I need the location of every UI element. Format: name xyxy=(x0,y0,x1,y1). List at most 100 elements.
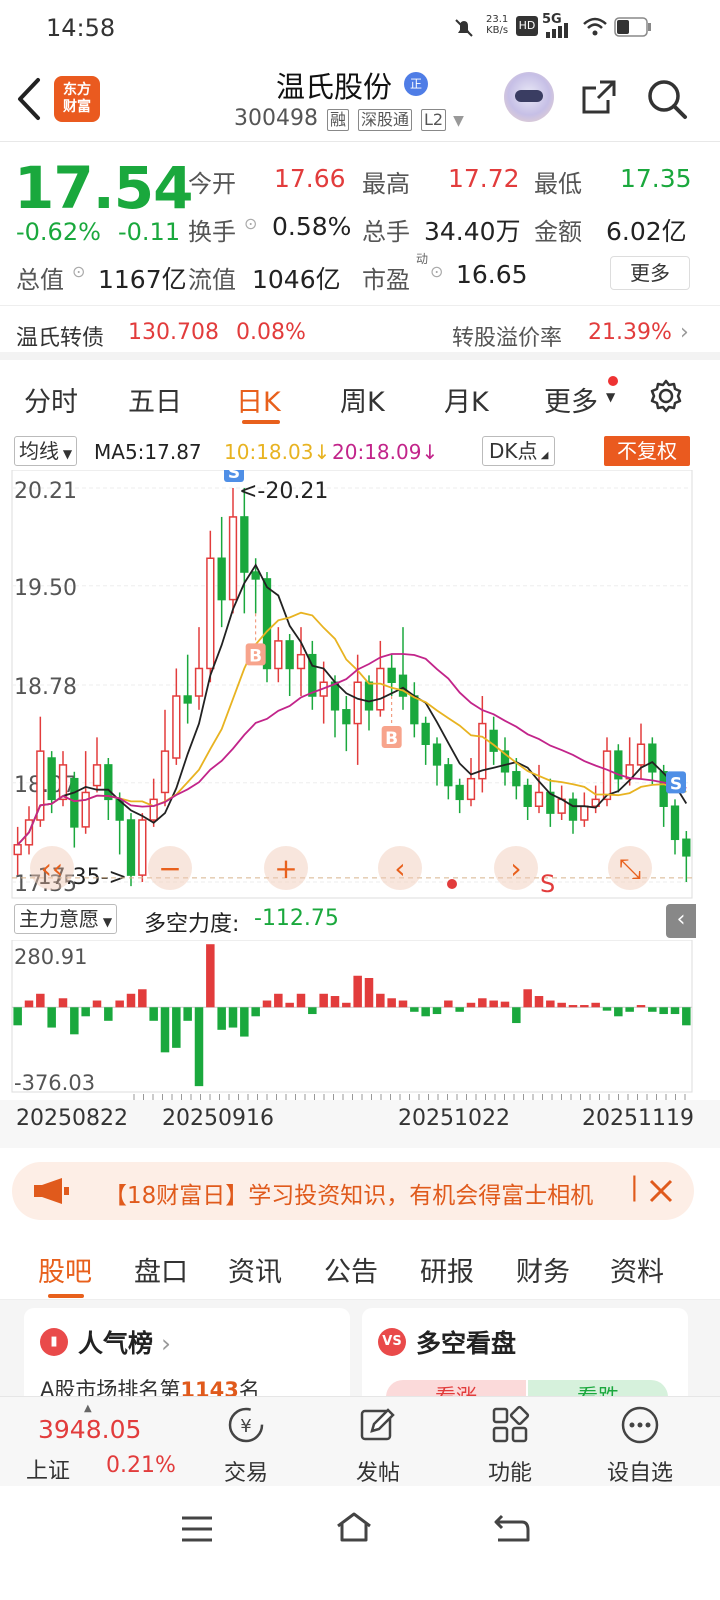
more-button[interactable]: 更多 xyxy=(610,256,690,290)
scroll-right-icon[interactable]: › xyxy=(494,846,538,890)
stock-code: 300498 xyxy=(234,106,318,131)
bullish-button[interactable]: 看涨 xyxy=(386,1380,526,1396)
scroll-left-icon[interactable]: ‹ xyxy=(378,846,422,890)
popularity-card[interactable]: ▮ 人气榜 › A股市场排名第1143名 xyxy=(24,1308,350,1396)
convertible-bond-row[interactable]: 温氏转债 130.708 0.08% 转股溢价率 21.39% › xyxy=(0,306,720,360)
assistant-avatar-icon[interactable] xyxy=(504,72,554,122)
cards-area: ▮ 人气榜 › A股市场排名第1143名 VS 多空看盘 看涨 看跌 xyxy=(0,1300,720,1396)
y-tick-label: -376.03 xyxy=(14,1071,95,1095)
tab-weekly-k[interactable]: 周K xyxy=(340,380,385,419)
strength-bar xyxy=(568,1005,578,1008)
home-icon[interactable] xyxy=(334,1510,374,1544)
tag-l2: L2 xyxy=(421,109,447,131)
settings-gear-icon[interactable] xyxy=(648,378,684,414)
tab-monthly-k[interactable]: 月K xyxy=(444,380,489,419)
strength-bar xyxy=(274,993,283,1008)
tab-intraday[interactable]: 分时 xyxy=(24,380,78,419)
candle-body xyxy=(13,844,22,856)
nav-functions[interactable]: 功能 xyxy=(470,1405,550,1487)
svg-text:‹‹: ‹‹ xyxy=(41,852,63,885)
strength-bar xyxy=(70,1007,79,1035)
strength-bar xyxy=(217,1007,226,1030)
back-chevron-icon[interactable] xyxy=(14,76,44,122)
turnover-label: 换手 xyxy=(188,218,236,246)
strength-bar xyxy=(126,993,136,1008)
strength-bar xyxy=(523,989,532,1008)
high-value: 17.72 xyxy=(448,164,520,193)
main-force-bar-chart[interactable]: 280.91 -376.03 xyxy=(0,940,720,1100)
tab-guba[interactable]: 股吧 xyxy=(38,1250,92,1289)
strength-bar xyxy=(625,1007,634,1012)
strength-bar xyxy=(636,1005,646,1008)
tab-news[interactable]: 资讯 xyxy=(228,1250,282,1289)
system-nav-bar xyxy=(0,1486,720,1600)
info-icon[interactable]: ⊙ xyxy=(244,214,257,233)
pe-value: 16.65 xyxy=(456,260,528,289)
tab-announcement[interactable]: 公告 xyxy=(324,1250,378,1289)
strength-bar xyxy=(36,993,45,1008)
price-adjust-button[interactable]: 不复权 xyxy=(604,436,690,466)
tab-finance[interactable]: 财务 xyxy=(516,1250,570,1289)
float-value: 1046亿 xyxy=(252,265,341,294)
info-icon[interactable]: ⊙ xyxy=(72,262,85,281)
strength-bar xyxy=(228,1007,238,1028)
tab-daily-k[interactable]: 日K xyxy=(236,380,281,419)
strength-bar xyxy=(466,1002,476,1008)
nav-trade[interactable]: ¥ 交易 xyxy=(206,1405,286,1487)
strength-bar xyxy=(534,996,544,1008)
sub-indicator-selector[interactable]: 主力意愿 ▼ xyxy=(14,904,118,934)
tab-more[interactable]: 更多 xyxy=(544,380,598,419)
sub-indicator-row: 主力意愿 ▼ 多空力度: -112.75 ‹ xyxy=(0,900,720,940)
candle-body xyxy=(240,516,249,573)
net-speed: 23.1 KB/s xyxy=(486,14,509,36)
candlestick-chart[interactable]: 20.2119.5018.7818.0717.35<-20.2117.35->S… xyxy=(0,470,720,900)
candle-body xyxy=(330,681,340,711)
edit-icon xyxy=(360,1408,395,1441)
zoom-out-icon[interactable]: − xyxy=(148,846,192,890)
tab-research[interactable]: 研报 xyxy=(420,1250,474,1289)
notification-dot xyxy=(608,376,618,386)
candle-body xyxy=(228,516,238,601)
zoom-in-icon[interactable]: + xyxy=(264,846,308,890)
stock-code-row[interactable]: 300498 融 深股通 L2 ▼ xyxy=(234,106,464,131)
banner-text: 【18财富日】学习投资知识，有机会得富士相机 xyxy=(104,1183,594,1209)
strength-bar xyxy=(489,1000,498,1008)
menu-icon[interactable] xyxy=(180,1514,214,1544)
content-tabs: 股吧 盘口 资讯 公告 研报 财务 资料 xyxy=(0,1234,720,1300)
collapse-panel-icon[interactable]: ‹ xyxy=(666,904,696,938)
stock-header: 东方 财富 温氏股份 正 300498 融 深股通 L2 ▼ xyxy=(0,56,720,142)
close-icon[interactable] xyxy=(648,1178,674,1204)
info-icon[interactable]: ⊙ xyxy=(430,262,443,281)
tab-five-day[interactable]: 五日 xyxy=(128,380,182,419)
bearish-button[interactable]: 看跌 xyxy=(528,1380,668,1396)
promo-banner[interactable]: 【18财富日】学习投资知识，有机会得富士相机 | xyxy=(12,1162,694,1220)
back-nav-icon[interactable] xyxy=(492,1510,532,1546)
strength-bar xyxy=(614,1007,623,1017)
strength-bar xyxy=(58,998,68,1008)
cb-pct: 0.08% xyxy=(236,320,306,345)
sell-signal-icon: S xyxy=(540,870,555,898)
active-tab-underline xyxy=(48,1294,84,1298)
nav-add-watchlist[interactable]: 设自选 xyxy=(600,1405,680,1487)
volume-value: 34.40万 xyxy=(424,217,521,246)
amount-value: 6.02亿 xyxy=(606,217,687,246)
search-icon[interactable] xyxy=(646,78,688,120)
strength-label: 多空力度: xyxy=(144,912,240,937)
status-time: 14:58 xyxy=(46,14,116,42)
battery-icon xyxy=(614,17,651,37)
candle-body xyxy=(251,571,260,580)
indicator-selector[interactable]: 均线 ▼ xyxy=(14,436,78,466)
svg-text:›: › xyxy=(510,852,521,885)
dk-point-toggle[interactable]: DK点 ◢ xyxy=(482,436,556,466)
share-icon[interactable] xyxy=(580,78,618,116)
nav-post[interactable]: 发帖 xyxy=(338,1405,418,1487)
tab-pankou[interactable]: 盘口 xyxy=(134,1250,188,1289)
ranking-icon: ▮ xyxy=(40,1328,68,1356)
zoom-left-icon[interactable]: ‹‹ xyxy=(30,846,74,890)
bull-bear-card[interactable]: VS 多空看盘 看涨 看跌 xyxy=(362,1308,688,1396)
fullscreen-icon[interactable]: ⤡ xyxy=(608,846,652,890)
app-logo[interactable]: 东方 财富 xyxy=(54,76,100,122)
candle-body xyxy=(682,838,691,857)
strength-bar xyxy=(648,1007,657,1012)
tab-profile[interactable]: 资料 xyxy=(610,1250,664,1289)
